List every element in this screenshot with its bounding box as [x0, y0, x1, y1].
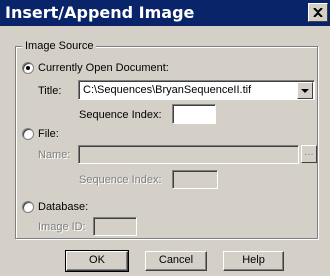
image-source-group-label: Image Source [22, 39, 97, 53]
close-button[interactable] [308, 3, 328, 22]
browse-button[interactable]: ... [301, 145, 317, 163]
currently-open-document-label[interactable]: Currently Open Document: [38, 61, 169, 75]
chevron-down-icon [301, 89, 309, 93]
window-title: Insert/Append Image [5, 3, 195, 22]
title-bar[interactable]: Insert/Append Image [0, 0, 330, 26]
sequence-index-input[interactable] [172, 104, 216, 124]
image-id-label: Image ID: [38, 221, 86, 233]
file-radio[interactable] [22, 128, 34, 140]
title-dropdown-value: C:\Sequences\BryanSequenceII.tif [83, 84, 252, 96]
ok-button[interactable]: OK [65, 250, 129, 272]
title-dropdown[interactable]: C:\Sequences\BryanSequenceII.tif [78, 80, 315, 100]
radio-selected-dot [26, 66, 30, 70]
help-button[interactable]: Help [223, 251, 284, 271]
name-label: Name: [38, 149, 71, 161]
database-radio[interactable] [22, 201, 34, 213]
insert-append-image-dialog: Insert/Append Image Image Source Current… [0, 0, 330, 276]
image-id-input[interactable] [93, 217, 137, 236]
sequence-index-label: Sequence Index: [79, 109, 162, 121]
file-sequence-index-input[interactable] [172, 170, 218, 189]
title-label: Title: [38, 85, 62, 97]
file-label[interactable]: File: [38, 127, 59, 141]
file-sequence-index-label: Sequence Index: [79, 174, 162, 186]
database-label[interactable]: Database: [38, 200, 88, 214]
currently-open-document-radio[interactable] [22, 62, 34, 74]
cancel-button[interactable]: Cancel [145, 251, 207, 271]
close-icon [313, 8, 323, 17]
title-dropdown-button[interactable] [297, 82, 313, 99]
file-name-input[interactable] [78, 145, 299, 164]
